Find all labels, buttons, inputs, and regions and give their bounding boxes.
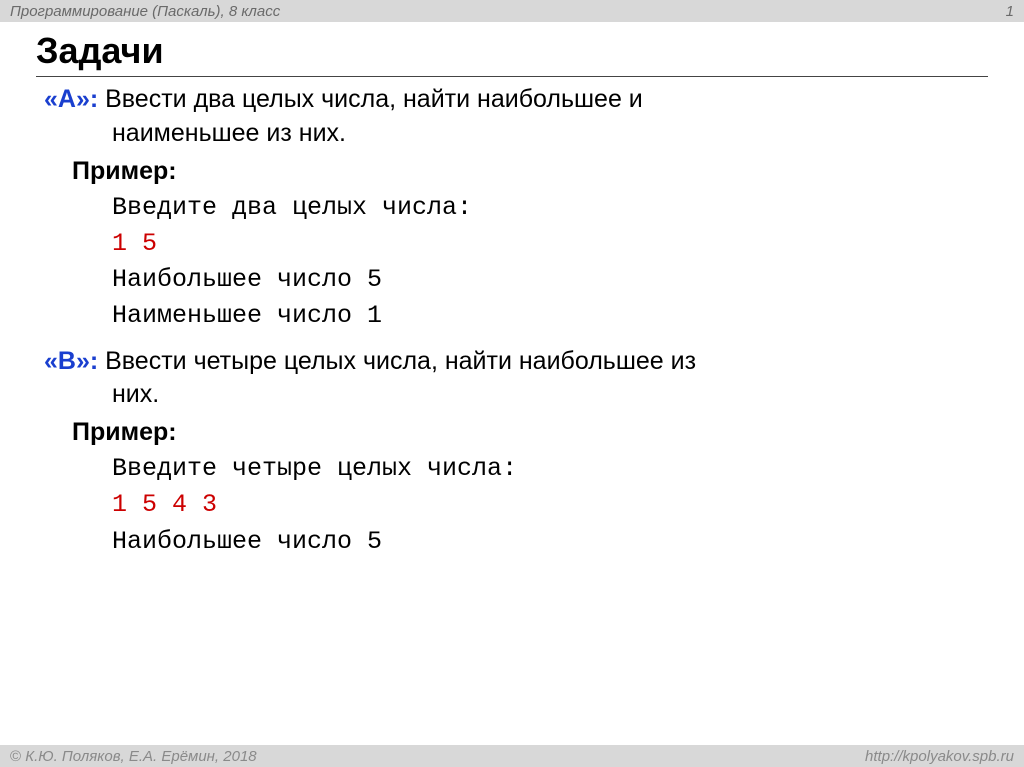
task-b-line-0: Введите четыре целых числа: (112, 451, 988, 487)
task-b-line-1: 1 5 4 3 (112, 487, 988, 523)
task-a-example: Введите два целых числа: 1 5 Наибольшее … (112, 190, 988, 335)
task-b-line1: Ввести четыре целых числа, найти наиболь… (98, 347, 696, 375)
task-a-example-label: Пример: (72, 157, 988, 186)
task-b-example: Введите четыре целых числа: 1 5 4 3 Наиб… (112, 451, 988, 560)
task-a-label: «A»: (44, 85, 98, 113)
task-a-line2: наименьшее из них. (112, 117, 988, 151)
footer-left: © К.Ю. Поляков, Е.А. Ерёмин, 2018 (10, 748, 257, 765)
task-b-line2: них. (112, 378, 988, 412)
task-b-label: «B»: (44, 347, 98, 375)
footer-authors: К.Ю. Поляков, Е.А. Ерёмин, 2018 (21, 748, 257, 765)
task-a-line1: Ввести два целых числа, найти наибольшее… (98, 85, 643, 113)
task-b: «B»: Ввести четыре целых числа, найти на… (36, 345, 988, 560)
title-rule (36, 76, 988, 77)
header-left: Программирование (Паскаль), 8 класс (10, 3, 280, 20)
task-a-line-1: 1 5 (112, 226, 988, 262)
task-a-line-2: Наибольшее число 5 (112, 262, 988, 298)
page-title: Задачи (36, 30, 988, 72)
page-number: 1 (1006, 3, 1014, 20)
footer-url: http://kpolyakov.spb.ru (865, 748, 1014, 765)
task-a-line-3: Наименьшее число 1 (112, 298, 988, 334)
task-b-line-2: Наибольшее число 5 (112, 524, 988, 560)
task-a-line-0: Введите два целых числа: (112, 190, 988, 226)
task-a-text: «A»: Ввести два целых числа, найти наибо… (44, 83, 988, 117)
task-a: «A»: Ввести два целых числа, найти наибо… (36, 83, 988, 335)
header-bar: Программирование (Паскаль), 8 класс 1 (0, 0, 1024, 22)
content: Задачи «A»: Ввести два целых числа, найт… (0, 22, 1024, 560)
task-b-example-label: Пример: (72, 418, 988, 447)
task-b-text: «B»: Ввести четыре целых числа, найти на… (44, 345, 988, 379)
copyright-icon: © (10, 748, 21, 765)
footer-bar: © К.Ю. Поляков, Е.А. Ерёмин, 2018 http:/… (0, 745, 1024, 767)
